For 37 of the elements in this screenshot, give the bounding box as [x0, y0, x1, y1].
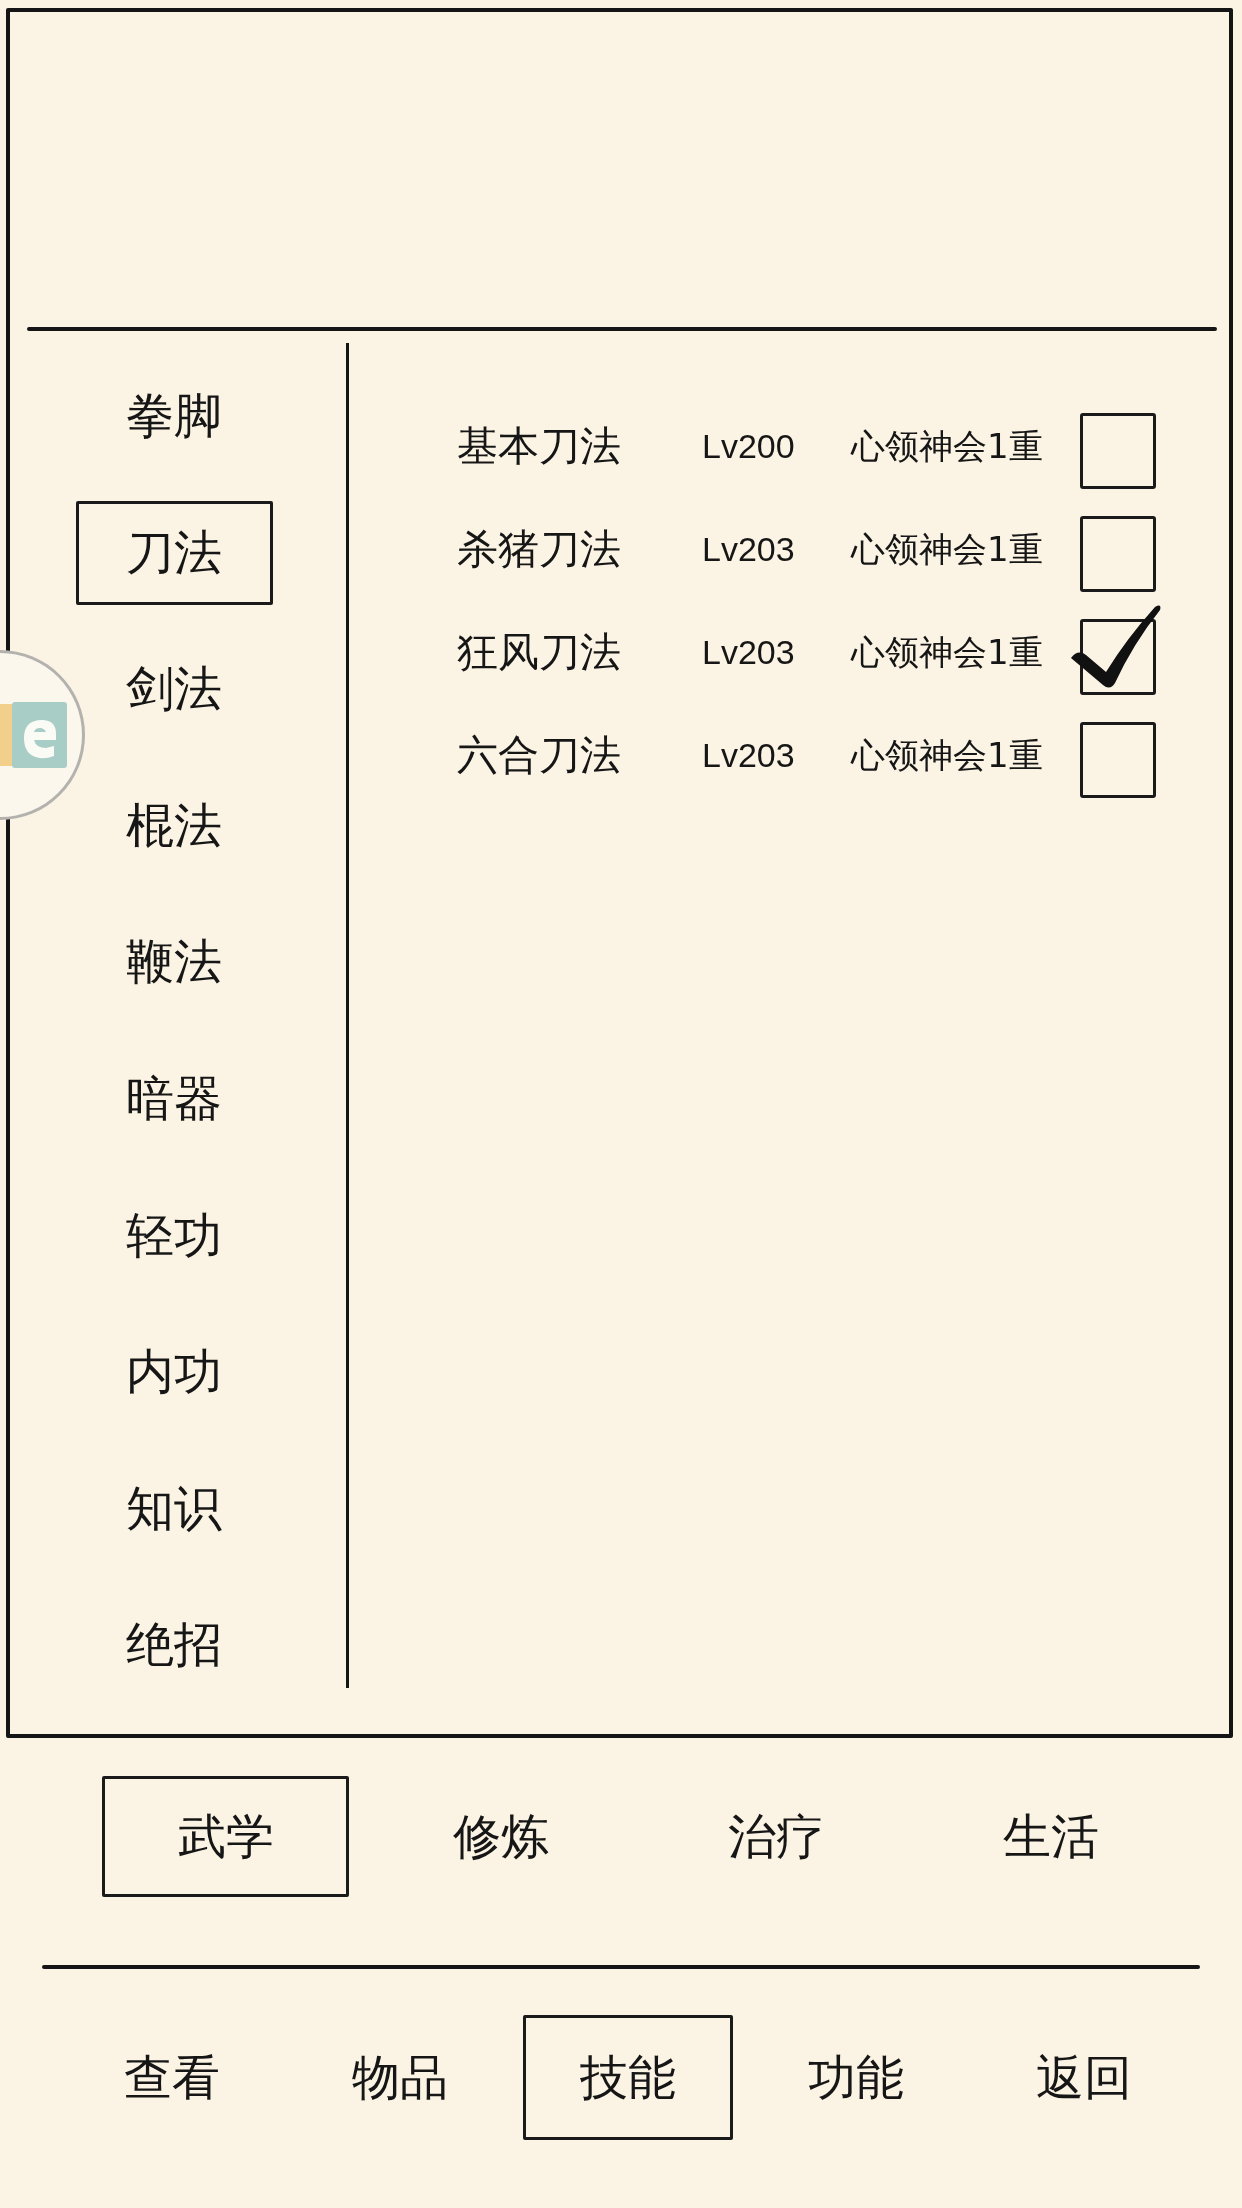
- skill-checkbox[interactable]: [1069, 603, 1162, 695]
- category-tab[interactable]: 暗器: [115, 1046, 233, 1151]
- skill-level: Lv200: [702, 427, 796, 466]
- skill-name: 六合刀法: [457, 730, 622, 781]
- section-tab[interactable]: 生活: [927, 1776, 1174, 1897]
- category-tab[interactable]: 鞭法: [115, 910, 233, 1015]
- category-tab[interactable]: 刀法: [75, 500, 273, 605]
- nav-tab[interactable]: 技能: [523, 2015, 733, 2140]
- nav-tab[interactable]: 物品: [295, 2015, 505, 2140]
- skill-mastery: 心领神会1重: [851, 733, 1044, 777]
- skill-checkbox[interactable]: [1080, 515, 1156, 592]
- nav-tab[interactable]: 返回: [979, 2015, 1189, 2140]
- skill-name: 杀猪刀法: [457, 524, 622, 575]
- category-tab[interactable]: 内功: [115, 1320, 233, 1425]
- category-tab[interactable]: 轻功: [115, 1183, 233, 1288]
- skill-name: 基本刀法: [457, 421, 622, 472]
- skill-mastery: 心领神会1重: [851, 424, 1044, 468]
- checkmark-icon: [1071, 605, 1161, 688]
- category-tab[interactable]: 剑法: [115, 637, 233, 742]
- category-tab[interactable]: 拳脚: [115, 364, 233, 468]
- skill-checkbox[interactable]: [1080, 721, 1156, 798]
- section-tab[interactable]: 修炼: [377, 1776, 624, 1897]
- skill-mastery: 心领神会1重: [851, 630, 1044, 674]
- section-tab[interactable]: 治疗: [652, 1776, 899, 1897]
- tile-icon: [0, 702, 67, 768]
- skill-level: Lv203: [702, 633, 796, 672]
- skill-checkbox[interactable]: [1080, 412, 1156, 489]
- category-tab[interactable]: 棍法: [115, 773, 233, 878]
- skill-name: 狂风刀法: [457, 627, 622, 678]
- skill-level: Lv203: [702, 736, 796, 775]
- category-tab[interactable]: 知识: [115, 1456, 233, 1561]
- nav-tab[interactable]: 功能: [751, 2015, 961, 2140]
- skill-mastery: 心领神会1重: [851, 527, 1044, 571]
- nav-tab[interactable]: 查看: [67, 2015, 277, 2140]
- section-tab[interactable]: 武学: [102, 1776, 349, 1897]
- skill-level: Lv203: [702, 530, 796, 569]
- category-tab[interactable]: 绝招: [115, 1593, 233, 1698]
